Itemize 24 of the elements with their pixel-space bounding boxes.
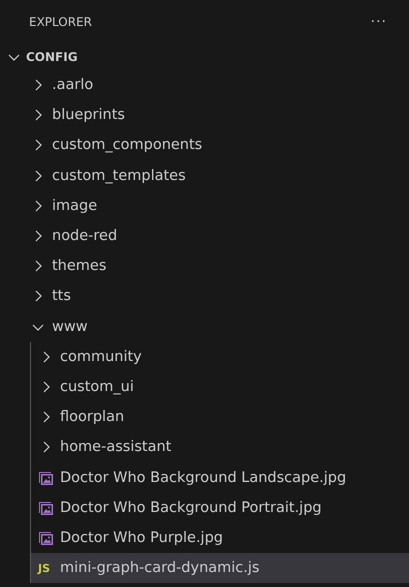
tree-item[interactable]: custom_templates [0,160,409,191]
image-file-icon [38,500,54,516]
tree-item[interactable]: Doctor Who Background Portrait.jpg [31,492,409,523]
tree-item[interactable]: Doctor Who Background Landscape.jpg [31,462,409,493]
tree-item[interactable]: home-assistant [31,432,409,462]
tree-item[interactable]: tts [0,281,409,312]
tree-item[interactable]: node-red [0,220,409,252]
image-file-icon [38,470,54,486]
tree-item[interactable]: community [31,342,409,372]
tree-item[interactable]: image [0,190,409,221]
tree-item[interactable]: floorplan [31,402,409,432]
panel-title: EXPLORER [29,15,92,29]
tree-item[interactable]: JS mini-graph-card-dynamic.js [31,553,409,584]
tree-item[interactable]: custom_ui [31,372,409,402]
image-file-icon [38,530,54,546]
tree-item[interactable]: www [0,312,409,342]
tree-item[interactable]: themes [0,251,409,282]
more-actions-button[interactable]: ··· [370,14,387,30]
tree-item[interactable]: .aarlo [0,70,409,100]
tree-item[interactable]: blueprints [0,100,409,130]
tree-item[interactable]: custom_components [0,130,409,161]
js-file-icon: JS [38,562,54,575]
folder-section-header[interactable]: CONFIG [0,44,409,70]
tree-item[interactable]: Doctor Who Purple.jpg [31,522,409,553]
